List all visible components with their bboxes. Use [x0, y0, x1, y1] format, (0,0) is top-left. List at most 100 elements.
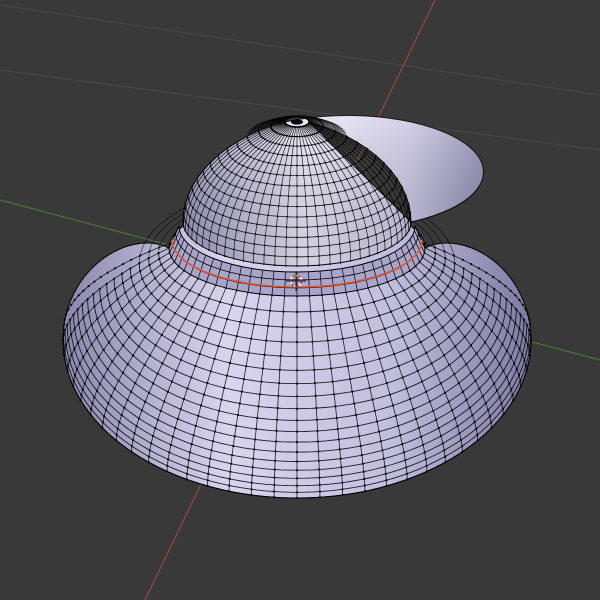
vertex	[468, 406, 471, 409]
vertex	[525, 369, 528, 372]
vertex	[314, 205, 317, 207]
vertex	[161, 362, 164, 365]
vertex	[164, 306, 167, 309]
vertex	[362, 195, 365, 197]
vertex	[313, 368, 316, 371]
vertex	[234, 160, 237, 163]
vertex	[363, 477, 366, 481]
vertex	[391, 404, 395, 407]
vertex	[405, 211, 408, 214]
vertex	[474, 379, 477, 382]
vertex	[261, 367, 264, 370]
vertex	[332, 203, 334, 205]
vertex	[228, 484, 231, 487]
vertex	[317, 459, 320, 462]
vertex	[61, 338, 65, 342]
vertex	[394, 223, 397, 226]
vertex	[317, 235, 320, 238]
vertex	[275, 225, 278, 228]
vertex	[208, 249, 210, 251]
vertex	[260, 203, 262, 205]
vertex	[217, 345, 220, 348]
vertex	[231, 158, 234, 160]
mesh-object[interactable]	[61, 115, 533, 500]
vertex	[373, 202, 376, 204]
vertex	[157, 252, 160, 255]
vertex	[209, 183, 212, 186]
vertex	[490, 421, 493, 424]
vertex	[252, 457, 255, 460]
vertex	[515, 342, 518, 345]
vertex	[481, 395, 484, 398]
vertex	[409, 216, 411, 219]
vertex	[457, 327, 460, 330]
vertex	[329, 192, 332, 195]
vertex	[341, 337, 344, 340]
vertex	[488, 415, 491, 418]
vertex	[502, 369, 505, 372]
vertex	[461, 258, 464, 261]
vertex	[396, 241, 399, 244]
vertex	[95, 336, 98, 339]
vertex	[250, 493, 253, 497]
vertex	[252, 252, 255, 255]
vertex	[343, 211, 345, 214]
vertex	[328, 244, 331, 247]
vertex	[480, 360, 483, 363]
vertex	[376, 420, 379, 423]
vertex	[368, 255, 371, 257]
vertex	[404, 194, 407, 197]
vertex	[399, 219, 402, 222]
vertex	[256, 223, 258, 226]
3d-viewport[interactable]	[0, 0, 600, 600]
vertex	[447, 400, 450, 403]
vertex	[381, 449, 384, 452]
vertex	[284, 164, 287, 167]
vertex	[433, 257, 436, 260]
vertex	[417, 426, 420, 430]
vertex	[251, 201, 254, 204]
vertex	[232, 444, 235, 448]
vertex	[208, 297, 211, 300]
vertex	[157, 316, 160, 319]
vertex	[509, 289, 512, 292]
vertex	[357, 185, 360, 188]
vertex	[505, 349, 508, 352]
vertex	[274, 245, 277, 248]
vertex	[202, 173, 205, 175]
vertex	[130, 450, 133, 453]
vertex	[358, 239, 360, 241]
vertex	[303, 135, 306, 138]
vertex	[92, 292, 95, 296]
vertex	[279, 194, 281, 197]
vertex	[423, 451, 426, 454]
vertex	[372, 300, 375, 304]
vertex	[496, 389, 499, 392]
vertex	[501, 408, 504, 411]
vertex	[522, 318, 526, 321]
vertex	[246, 166, 249, 169]
vertex	[90, 343, 93, 346]
vertex	[361, 171, 364, 174]
vertex	[383, 327, 386, 330]
vertex	[351, 176, 354, 178]
vertex	[500, 402, 503, 405]
vertex	[257, 170, 260, 173]
vertex	[295, 484, 299, 487]
viewport-canvas[interactable]	[0, 0, 600, 600]
vertex	[187, 233, 189, 236]
vertex	[197, 414, 200, 417]
vertex	[401, 237, 404, 240]
vertex	[464, 317, 468, 320]
vertex	[174, 312, 177, 315]
vertex	[398, 193, 401, 196]
vertex	[186, 466, 189, 469]
vertex	[187, 459, 190, 462]
vertex	[421, 380, 424, 383]
vertex	[208, 208, 211, 211]
vertex	[493, 287, 496, 290]
vertex	[218, 202, 221, 204]
vertex	[167, 323, 170, 326]
vertex	[470, 281, 473, 285]
vertex	[154, 427, 157, 430]
